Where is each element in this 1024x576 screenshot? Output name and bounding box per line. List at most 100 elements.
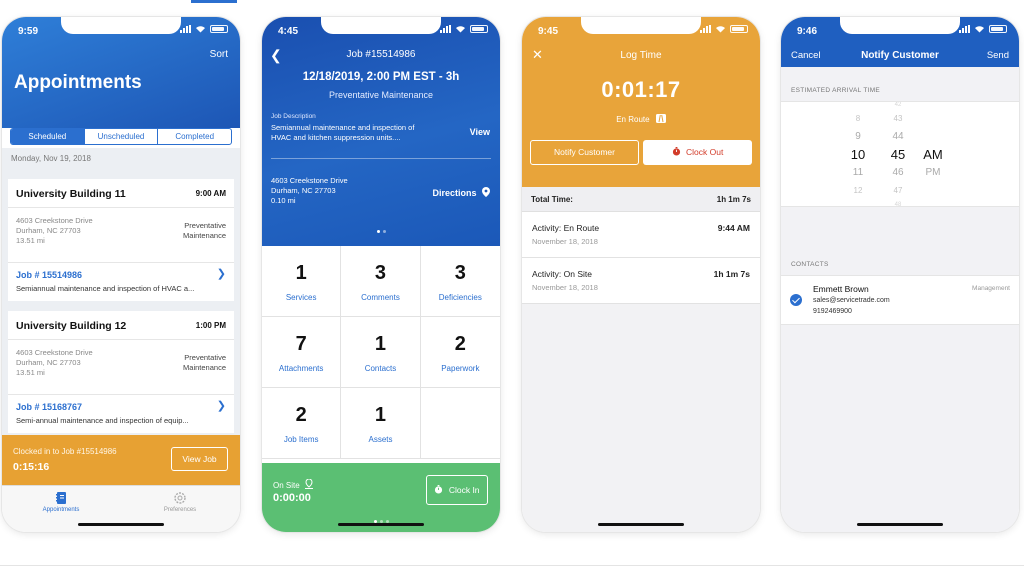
service-line: Maintenance	[183, 231, 226, 240]
job-summary-grid: 1 Services 3 Comments 3 Deficiencies 7 Attac…	[262, 246, 500, 459]
count: 3	[374, 262, 387, 284]
hour-option-selected[interactable]: 10	[843, 146, 873, 164]
contact-name: Emmett Brown	[813, 284, 869, 294]
minute-option[interactable]: 47	[883, 182, 913, 200]
hour-option[interactable]: 11	[843, 164, 873, 182]
battery-icon	[210, 25, 228, 33]
address-line: 4603 Creekstone Drive	[16, 348, 93, 357]
time-picker[interactable]: 8 9 10 11 12 42 43 44 45 46 47 48 AM PM	[781, 101, 1019, 207]
divider	[8, 394, 234, 395]
send-button[interactable]: Send	[987, 50, 1009, 61]
ampm-option[interactable]: PM	[919, 164, 947, 182]
grid-paperwork[interactable]: 2 Paperwork	[420, 317, 500, 388]
contact-role: Management	[972, 285, 1010, 292]
phone-appointments: 9:59 Sort Appointments Scheduled Unsched…	[2, 17, 240, 532]
grid-services[interactable]: 1 Services	[262, 246, 342, 317]
minute-option[interactable]: 48	[883, 200, 913, 206]
appointment-time: 9:00 AM	[195, 189, 226, 198]
chevron-right-icon[interactable]: ❯	[217, 399, 226, 412]
notify-customer-button[interactable]: Notify Customer	[530, 140, 639, 165]
pin-person-icon	[304, 478, 313, 489]
address-line: 4603 Creekstone Drive	[16, 216, 93, 225]
hour-option[interactable]: 9	[843, 128, 873, 146]
clock-out-button[interactable]: Clock Out	[643, 140, 752, 165]
stopwatch-icon	[672, 147, 680, 156]
divider	[271, 158, 491, 159]
status-time: 9:46	[797, 26, 818, 37]
distance: 0.10 mi	[271, 196, 296, 205]
hour-option[interactable]: 8	[843, 110, 873, 128]
current-status: En Route	[522, 114, 760, 124]
minute-option[interactable]: 42	[883, 102, 913, 110]
grid-assets[interactable]: 1 Assets	[341, 388, 421, 459]
clock-in-button[interactable]: Clock In	[426, 475, 488, 505]
grid-label: Paperwork	[441, 364, 480, 373]
checkmark-icon[interactable]	[790, 294, 802, 306]
eta-section-label: ESTIMATED ARRIVAL TIME	[791, 87, 881, 94]
divider	[8, 262, 234, 263]
grid-contacts[interactable]: 1 Contacts	[341, 317, 421, 388]
grid-job-items[interactable]: 2 Job Items	[262, 388, 342, 459]
activity-time: 1h 1m 7s	[713, 269, 750, 279]
address-line: Durham, NC 27703	[271, 186, 336, 195]
job-link[interactable]: Job # 15514986	[16, 270, 82, 280]
home-indicator	[598, 523, 684, 526]
tab-unscheduled[interactable]: Unscheduled	[85, 129, 159, 144]
grid-label: Comments	[361, 293, 400, 302]
description-line: HVAC and kitchen suppression units....	[271, 133, 401, 142]
activity-row[interactable]: Activity: On Site November 18, 2018 1h 1…	[522, 258, 760, 304]
job-title: Job #15514986	[346, 49, 416, 60]
service-type: Preventative Maintenance	[328, 90, 434, 100]
job-description: Semiannual maintenance and inspection of…	[16, 284, 195, 293]
notch	[321, 17, 441, 34]
grid-attachments[interactable]: 7 Attachments	[262, 317, 342, 388]
tab-scheduled[interactable]: Scheduled	[11, 129, 85, 144]
grid-label: Contacts	[364, 364, 397, 373]
grid-deficiencies[interactable]: 3 Deficiencies	[420, 246, 500, 317]
chevron-right-icon[interactable]: ❯	[217, 267, 226, 280]
tab-preferences[interactable]: Preferences	[140, 491, 220, 513]
on-site-text: On Site	[273, 481, 300, 490]
service-line: Preventative	[184, 221, 226, 230]
address: 4603 Creekstone Drive Durham, NC 27703 1…	[16, 216, 93, 246]
sort-button[interactable]: Sort	[210, 49, 228, 60]
appointment-card[interactable]: University Building 11 9:00 AM 4603 Cree…	[8, 179, 234, 301]
job-header: 4:45 ❮ Job #15514986 12/18/2019, 2:00 PM…	[262, 17, 500, 246]
wifi-icon	[716, 26, 725, 33]
view-job-button[interactable]: View Job	[171, 447, 228, 471]
address-line: 4603 Creekstone Drive	[271, 176, 348, 185]
building-name: University Building 12	[16, 320, 127, 332]
phone-job-detail: 4:45 ❮ Job #15514986 12/18/2019, 2:00 PM…	[262, 17, 500, 532]
tab-completed[interactable]: Completed	[158, 129, 231, 144]
on-site-bar: On Site 0:00:00 Clock In	[262, 463, 500, 532]
divider	[8, 339, 234, 340]
count: 3	[454, 262, 466, 284]
view-button[interactable]: View	[470, 127, 490, 137]
ampm-option-selected[interactable]: AM	[919, 146, 947, 164]
appointment-card[interactable]: University Building 12 1:00 PM 4603 Cree…	[8, 311, 234, 433]
clocked-in-banner: Clocked in to Job #15514986 0:15:16 View…	[2, 435, 240, 485]
minute-option-selected[interactable]: 45	[883, 146, 913, 164]
wifi-icon	[196, 26, 205, 33]
contact-row[interactable]: Emmett Brown sales@servicetrade.com 9192…	[781, 275, 1019, 325]
job-description: Semiannual maintenance and inspection of…	[271, 123, 451, 143]
contacts-section-label: CONTACTS	[791, 261, 829, 268]
count: 2	[454, 333, 466, 355]
job-link[interactable]: Job # 15168767	[16, 402, 82, 412]
minute-option[interactable]: 46	[883, 164, 913, 182]
elapsed-timer: 0:01:17	[601, 77, 681, 102]
minute-wheel[interactable]: 42 43 44 45 46 47 48	[883, 102, 913, 206]
hour-wheel[interactable]: 8 9 10 11 12	[843, 110, 873, 200]
hour-option[interactable]: 12	[843, 182, 873, 200]
directions-button[interactable]: Directions	[432, 187, 490, 198]
wifi-icon	[456, 26, 465, 33]
ampm-wheel[interactable]: AM PM	[919, 146, 947, 182]
tab-appointments[interactable]: Appointments	[21, 491, 101, 513]
minute-option[interactable]: 43	[883, 110, 913, 128]
distance: 13.51 mi	[16, 236, 45, 245]
address: 4603 Creekstone Drive Durham, NC 27703 1…	[16, 348, 93, 378]
grid-comments[interactable]: 3 Comments	[341, 246, 421, 317]
notch	[840, 17, 960, 34]
activity-row[interactable]: Activity: En Route November 18, 2018 9:4…	[522, 212, 760, 258]
minute-option[interactable]: 44	[883, 128, 913, 146]
